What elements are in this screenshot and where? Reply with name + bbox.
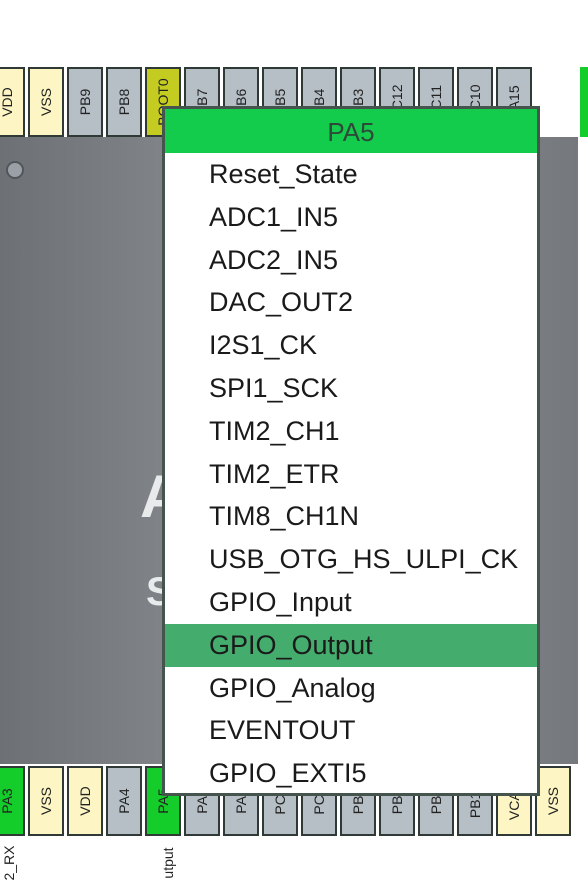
bottom-pin-vss[interactable]: VSS (28, 766, 64, 836)
pin-label: PA3 (0, 788, 15, 814)
menu-item-tim2-etr[interactable]: TIM2_ETR (165, 453, 537, 496)
pin-function-menu: PA5 Reset_State ADC1_IN5 ADC2_IN5 DAC_OUT2 I… (162, 106, 540, 796)
top-pin-pb9[interactable]: PB9 (67, 67, 103, 137)
top-pin-vdd[interactable]: VDD (0, 67, 25, 137)
pin-label: PB8 (116, 88, 132, 116)
menu-item-i2s1-ck[interactable]: I2S1_CK (165, 324, 537, 367)
menu-item-gpio-input[interactable]: GPIO_Input (165, 581, 537, 624)
menu-item-reset-state[interactable]: Reset_State (165, 153, 537, 196)
pa5-signal-caption: utput (160, 847, 176, 879)
top-pin-vss[interactable]: VSS (28, 67, 64, 137)
menu-item-adc1-in5[interactable]: ADC1_IN5 (165, 196, 537, 239)
menu-item-eventout[interactable]: EVENTOUT (165, 709, 537, 752)
bottom-pin-vdd[interactable]: VDD (67, 766, 103, 836)
right-edge-pin[interactable] (580, 67, 588, 137)
menu-item-gpio-output[interactable]: GPIO_Output (165, 623, 537, 667)
pin-label: VDD (0, 87, 15, 117)
menu-item-tim2-ch1[interactable]: TIM2_CH1 (165, 410, 537, 453)
menu-item-gpio-exti5[interactable]: GPIO_EXTI5 (165, 752, 537, 793)
menu-item-spi1-sck[interactable]: SPI1_SCK (165, 367, 537, 410)
menu-item-usb-otg-hs-ulpi-ck[interactable]: USB_OTG_HS_ULPI_CK (165, 538, 537, 581)
pin-label: VSS (38, 87, 54, 117)
menu-item-dac-out2[interactable]: DAC_OUT2 (165, 281, 537, 324)
bottom-pin-pa3[interactable]: PA3 (0, 766, 25, 836)
menu-item-gpio-analog[interactable]: GPIO_Analog (165, 667, 537, 710)
menu-title-pin-name: PA5 (165, 109, 537, 153)
pa3-signal-caption: 2_RX (1, 845, 17, 881)
menu-items-list: Reset_State ADC1_IN5 ADC2_IN5 DAC_OUT2 I2S1_… (165, 153, 537, 793)
top-pin-pb8[interactable]: PB8 (106, 67, 142, 137)
menu-item-tim8-ch1n[interactable]: TIM8_CH1N (165, 495, 537, 538)
pin-label: VDD (77, 786, 93, 816)
pin-label: VSS (545, 786, 561, 816)
pin-label: PA4 (116, 788, 132, 814)
menu-item-adc2-in5[interactable]: ADC2_IN5 (165, 239, 537, 282)
bottom-pin-pa4[interactable]: PA4 (106, 766, 142, 836)
bottom-pin-vss[interactable]: VSS (535, 766, 571, 836)
pin-label: VSS (38, 786, 54, 816)
pin-label: PB9 (77, 88, 93, 116)
pin1-marker-dot (6, 161, 24, 179)
